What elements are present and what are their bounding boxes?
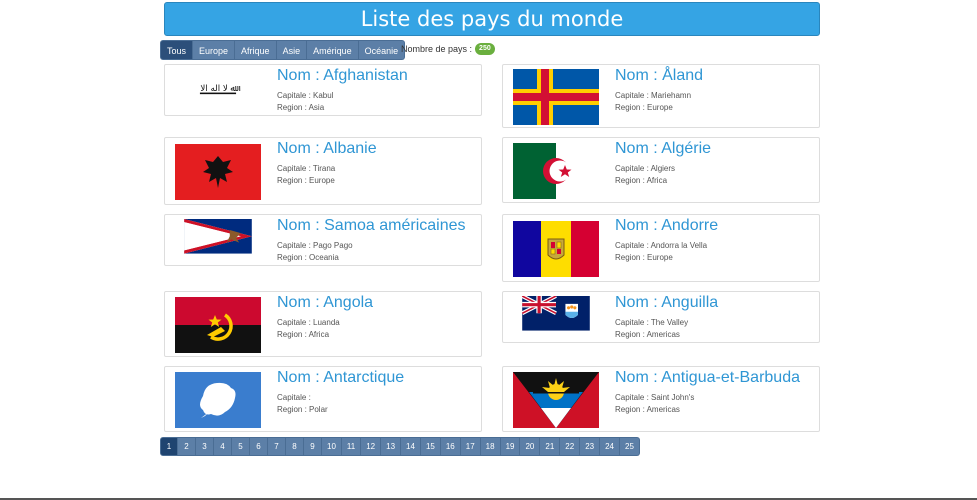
page-button-11[interactable]: 11 (341, 437, 362, 456)
country-name: Nom : Samoa américaines (277, 217, 466, 234)
country-card[interactable]: Nom : Antigua-et-Barbuda Capitale : Sain… (502, 366, 820, 432)
page-button-16[interactable]: 16 (440, 437, 461, 456)
anguilla-flag-icon (521, 296, 590, 331)
albania-flag-icon (175, 144, 261, 200)
page-title: Liste des pays du monde (164, 2, 820, 36)
page-button-24[interactable]: 24 (600, 437, 620, 456)
country-card[interactable]: Nom : Angola Capitale : Luanda Region : … (164, 291, 482, 357)
page-button-8[interactable]: 8 (286, 437, 304, 456)
page-button-23[interactable]: 23 (580, 437, 601, 456)
country-region: Region : Africa (277, 330, 330, 339)
country-capital: Capitale : Mariehamn (615, 91, 692, 100)
algeria-flag-icon (513, 143, 599, 199)
country-name: Nom : Antarctique (277, 369, 405, 386)
country-card[interactable]: Nom : Antarctique Capitale : Region : Po… (164, 366, 482, 432)
country-card[interactable]: Nom : Åland Capitale : Mariehamn Region … (502, 64, 820, 128)
country-card[interactable]: Nom : Albanie Capitale : Tirana Region :… (164, 137, 482, 205)
country-capital: Capitale : Andorra la Vella (615, 241, 708, 250)
region-filter-group: Tous Europe Afrique Asie Amérique Océani… (160, 40, 406, 60)
filter-amerique-button[interactable]: Amérique (307, 40, 359, 60)
country-capital: Capitale : Tirana (277, 164, 336, 173)
country-capital: Capitale : Luanda (277, 318, 340, 327)
page-button-9[interactable]: 9 (304, 437, 322, 456)
page-button-14[interactable]: 14 (401, 437, 421, 456)
aland-flag-icon (513, 69, 599, 125)
page-button-12[interactable]: 12 (361, 437, 382, 456)
country-region: Region : Europe (615, 103, 673, 112)
country-name: Nom : Andorre (615, 217, 719, 234)
page-button-21[interactable]: 21 (540, 437, 561, 456)
page-button-17[interactable]: 17 (460, 437, 481, 456)
country-card[interactable]: Nom : Algérie Capitale : Algiers Region … (502, 137, 820, 203)
country-card[interactable]: Nom : Anguilla Capitale : The Valley Reg… (502, 291, 820, 343)
angola-flag-icon (175, 297, 261, 353)
country-card[interactable]: ﷲ ﻻ ﺍﻟﻪ ﺍﻻ Nom : Afghanistan Capitale : … (164, 64, 482, 116)
country-card[interactable]: Nom : Samoa américaines Capitale : Pago … (164, 214, 482, 266)
country-capital: Capitale : Pago Pago (277, 241, 353, 250)
country-region: Region : Americas (615, 405, 680, 414)
page-button-3[interactable]: 3 (196, 437, 214, 456)
antigua-barbuda-flag-icon (513, 372, 599, 428)
page-button-25[interactable]: 25 (620, 437, 640, 456)
page-button-10[interactable]: 10 (322, 437, 342, 456)
page-button-20[interactable]: 20 (520, 437, 541, 456)
page-button-18[interactable]: 18 (480, 437, 501, 456)
page-button-13[interactable]: 13 (381, 437, 402, 456)
country-card[interactable]: Nom : Andorre Capitale : Andorra la Vell… (502, 214, 820, 282)
country-capital: Capitale : Algiers (615, 164, 676, 173)
country-region: Region : Americas (615, 330, 680, 339)
country-name: Nom : Antigua-et-Barbuda (615, 369, 800, 386)
page-button-4[interactable]: 4 (214, 437, 232, 456)
country-region: Region : Africa (615, 176, 668, 185)
svg-text:ﷲ ﻻ ﺍﻟﻪ ﺍﻻ: ﷲ ﻻ ﺍﻟﻪ ﺍﻻ (200, 84, 241, 94)
page-button-5[interactable]: 5 (232, 437, 250, 456)
page-button-19[interactable]: 19 (500, 437, 521, 456)
country-name: Nom : Algérie (615, 140, 712, 157)
filter-afrique-button[interactable]: Afrique (235, 40, 277, 60)
country-region: Region : Europe (615, 253, 673, 262)
filter-europe-button[interactable]: Europe (193, 40, 236, 60)
country-name: Nom : Åland (615, 67, 704, 84)
country-capital: Capitale : Saint John's (615, 393, 695, 402)
country-capital: Capitale : (277, 393, 311, 402)
page-button-6[interactable]: 6 (250, 437, 268, 456)
american-samoa-flag-icon (184, 219, 252, 254)
country-region: Region : Europe (277, 176, 335, 185)
andorra-flag-icon (513, 221, 599, 277)
country-region: Region : Polar (277, 405, 328, 414)
filter-asie-button[interactable]: Asie (276, 40, 308, 60)
afghanistan-flag-icon: ﷲ ﻻ ﺍﻟﻪ ﺍﻻ (184, 69, 252, 104)
country-capital: Capitale : Kabul (277, 91, 334, 100)
page-button-7[interactable]: 7 (268, 437, 286, 456)
page-button-2[interactable]: 2 (178, 437, 196, 456)
country-count-label: Nombre de pays : (401, 44, 473, 54)
country-count: Nombre de pays : 250 (401, 43, 495, 55)
country-name: Nom : Angola (277, 294, 374, 311)
country-count-badge: 250 (475, 43, 495, 55)
filter-oceanie-button[interactable]: Océanie (358, 40, 406, 60)
country-capital: Capitale : The Valley (615, 318, 689, 327)
country-name: Nom : Anguilla (615, 294, 719, 311)
pagination: 1 2 3 4 5 6 7 8 9 10 11 12 13 14 15 16 1… (160, 437, 640, 456)
antarctica-flag-icon (175, 372, 261, 428)
filter-tous-button[interactable]: Tous (160, 40, 194, 60)
page-button-1[interactable]: 1 (160, 437, 178, 456)
page-button-15[interactable]: 15 (420, 437, 441, 456)
country-name: Nom : Albanie (277, 140, 377, 157)
country-region: Region : Asia (277, 103, 325, 112)
country-name: Nom : Afghanistan (277, 67, 408, 84)
country-region: Region : Oceania (277, 253, 339, 262)
page-button-22[interactable]: 22 (560, 437, 581, 456)
